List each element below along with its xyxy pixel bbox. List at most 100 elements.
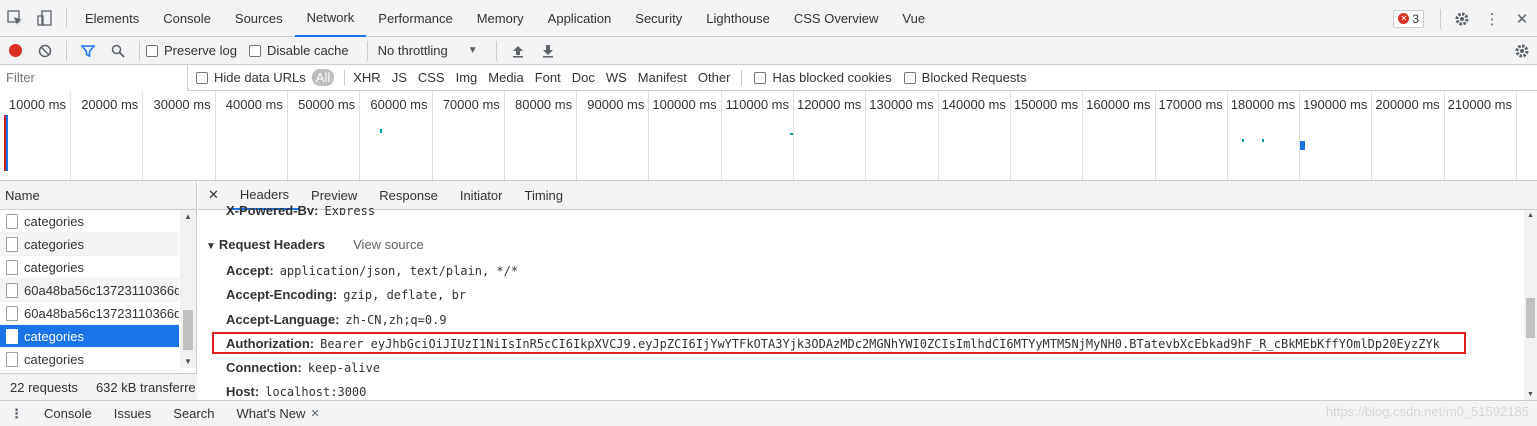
filter-type-font[interactable]: Font — [531, 68, 565, 87]
filter-input[interactable] — [0, 64, 188, 91]
clear-button[interactable] — [30, 37, 60, 65]
tab-vue[interactable]: Vue — [890, 0, 937, 37]
preserve-log-checkbox[interactable]: Preserve log — [146, 43, 237, 58]
checkbox-box — [146, 44, 158, 57]
tab-security[interactable]: Security — [623, 0, 694, 37]
scroll-down-icon[interactable]: ▼ — [1527, 391, 1534, 398]
details-scrollbar[interactable]: ▲ ▼ — [1524, 210, 1537, 400]
request-name: categories — [24, 328, 84, 344]
device-toolbar-icon[interactable] — [30, 0, 60, 37]
request-row[interactable]: categories — [0, 210, 179, 233]
detail-tab-initiator[interactable]: Initiator — [449, 181, 514, 210]
drawer-tab-issues[interactable]: Issues — [103, 406, 163, 421]
has-blocked-cookies-label: Has blocked cookies — [772, 70, 892, 85]
network-settings-gear-icon[interactable] — [1507, 37, 1537, 65]
tab-network[interactable]: Network — [294, 0, 367, 37]
tab-css-overview[interactable]: CSS Overview — [782, 0, 891, 37]
close-devtools-icon[interactable]: ✕ — [1507, 0, 1537, 37]
inspect-element-icon[interactable] — [0, 0, 30, 37]
request-row[interactable]: categories — [0, 233, 179, 256]
filter-type-media[interactable]: Media — [484, 68, 527, 87]
close-whats-new-icon[interactable]: ✕ — [310, 407, 319, 420]
divider — [66, 8, 67, 28]
request-headers-section[interactable]: ▼ Request Headers View source — [206, 237, 424, 252]
tab-lighthouse[interactable]: Lighthouse — [694, 0, 782, 37]
scroll-thumb[interactable] — [183, 310, 193, 350]
filter-type-js[interactable]: JS — [388, 68, 411, 87]
file-icon — [6, 328, 18, 344]
drawer-tab-what-s-new[interactable]: What's New — [225, 406, 316, 421]
request-row[interactable]: categories — [0, 348, 179, 371]
request-name: categories — [24, 259, 84, 275]
drawer-tab-console[interactable]: Console — [33, 406, 103, 421]
request-name: 60a48ba56c13723110366d — [24, 305, 179, 321]
scroll-up-icon[interactable]: ▲ — [1527, 212, 1534, 219]
filter-type-img[interactable]: Img — [452, 68, 482, 87]
timeline-tick-line — [865, 91, 867, 180]
import-har-icon[interactable] — [503, 37, 533, 65]
settings-gear-icon[interactable] — [1447, 0, 1477, 37]
view-source-link[interactable]: View source — [353, 237, 424, 252]
timeline-tick-line — [1009, 91, 1011, 180]
request-count: 22 requests — [10, 379, 78, 395]
blocked-requests-checkbox[interactable]: Blocked Requests — [903, 70, 1027, 85]
filter-type-other[interactable]: Other — [694, 68, 735, 87]
filter-type-xhr[interactable]: XHR — [349, 68, 384, 87]
tab-application[interactable]: Application — [536, 0, 624, 37]
export-har-icon[interactable] — [533, 37, 563, 65]
search-button[interactable] — [103, 37, 133, 65]
header-value: application/json, text/plain, */* — [279, 264, 519, 278]
panel-tabs: Elements Console Sources Network Performance… — [73, 0, 937, 37]
name-column-header[interactable]: Name — [0, 181, 196, 210]
filter-type-css[interactable]: CSS — [414, 68, 449, 87]
detail-tab-timing[interactable]: Timing — [513, 181, 574, 210]
request-row[interactable]: 60a48ba56c13723110366d — [0, 302, 179, 325]
tab-sources[interactable]: Sources — [223, 0, 295, 37]
disable-cache-label: Disable cache — [266, 43, 349, 58]
timeline-tick-line — [503, 91, 505, 180]
close-details-icon[interactable]: ✕ — [198, 181, 229, 210]
filter-toggle-button[interactable] — [73, 37, 103, 65]
blocked-requests-label: Blocked Requests — [921, 70, 1027, 85]
hide-data-urls-checkbox[interactable]: Hide data URLs — [196, 70, 306, 85]
scroll-thumb[interactable] — [1526, 298, 1535, 338]
request-row[interactable]: categories — [0, 256, 179, 279]
tab-console[interactable]: Console — [151, 0, 223, 37]
network-summary-bar: 22 requests 632 kB transferre — [0, 373, 197, 400]
request-list-scrollbar[interactable]: ▲ ▼ — [180, 210, 196, 368]
disable-cache-checkbox[interactable]: Disable cache — [248, 43, 349, 58]
record-button[interactable] — [0, 37, 30, 65]
tab-memory[interactable]: Memory — [465, 0, 536, 37]
network-overview-timeline[interactable]: 10000 ms 20000 ms 30000 ms 40000 ms 50000 ms… — [0, 91, 1537, 181]
throttling-value: No throttling — [377, 43, 448, 58]
more-options-icon[interactable]: ⋮ — [1477, 0, 1507, 37]
detail-tab-response[interactable]: Response — [368, 181, 449, 210]
divider — [66, 40, 67, 61]
drawer-tab-search[interactable]: Search — [162, 406, 225, 421]
devtools-tabbar: Elements Console Sources Network Performance… — [0, 0, 1537, 37]
throttling-select[interactable]: No throttling ▼ — [378, 43, 478, 58]
timeline-tick-label: 180000 ms — [1230, 97, 1296, 112]
scroll-up-icon[interactable]: ▲ — [184, 212, 192, 221]
header-value: gzip, deflate, br — [343, 288, 467, 302]
filter-type-ws[interactable]: WS — [602, 68, 631, 87]
scroll-down-icon[interactable]: ▼ — [184, 357, 192, 366]
request-row[interactable]: categories — [0, 325, 179, 348]
bottom-drawer: ⋮ Console Issues Search What's New ✕ — [0, 400, 1537, 426]
header-value: Express — [324, 204, 376, 215]
request-header-row: Accept-Encoding: gzip, deflate, br — [226, 287, 466, 302]
request-row[interactable]: 60a48ba56c13723110366d — [0, 279, 179, 302]
has-blocked-cookies-checkbox[interactable]: Has blocked cookies — [754, 70, 892, 85]
filter-type-doc[interactable]: Doc — [568, 68, 599, 87]
request-mark — [1262, 139, 1264, 142]
timeline-tick-line — [359, 91, 361, 180]
timeline-tick-label: 120000 ms — [796, 97, 862, 112]
request-name: categories — [24, 213, 84, 229]
drawer-menu-icon[interactable]: ⋮ — [0, 406, 33, 422]
tab-elements[interactable]: Elements — [73, 0, 151, 37]
filter-type-manifest[interactable]: Manifest — [634, 68, 691, 87]
timeline-tick-line — [1371, 91, 1373, 180]
error-counter[interactable]: ✕ 3 — [1393, 9, 1424, 28]
filter-type-all[interactable]: All — [311, 69, 335, 86]
tab-performance[interactable]: Performance — [366, 0, 464, 37]
